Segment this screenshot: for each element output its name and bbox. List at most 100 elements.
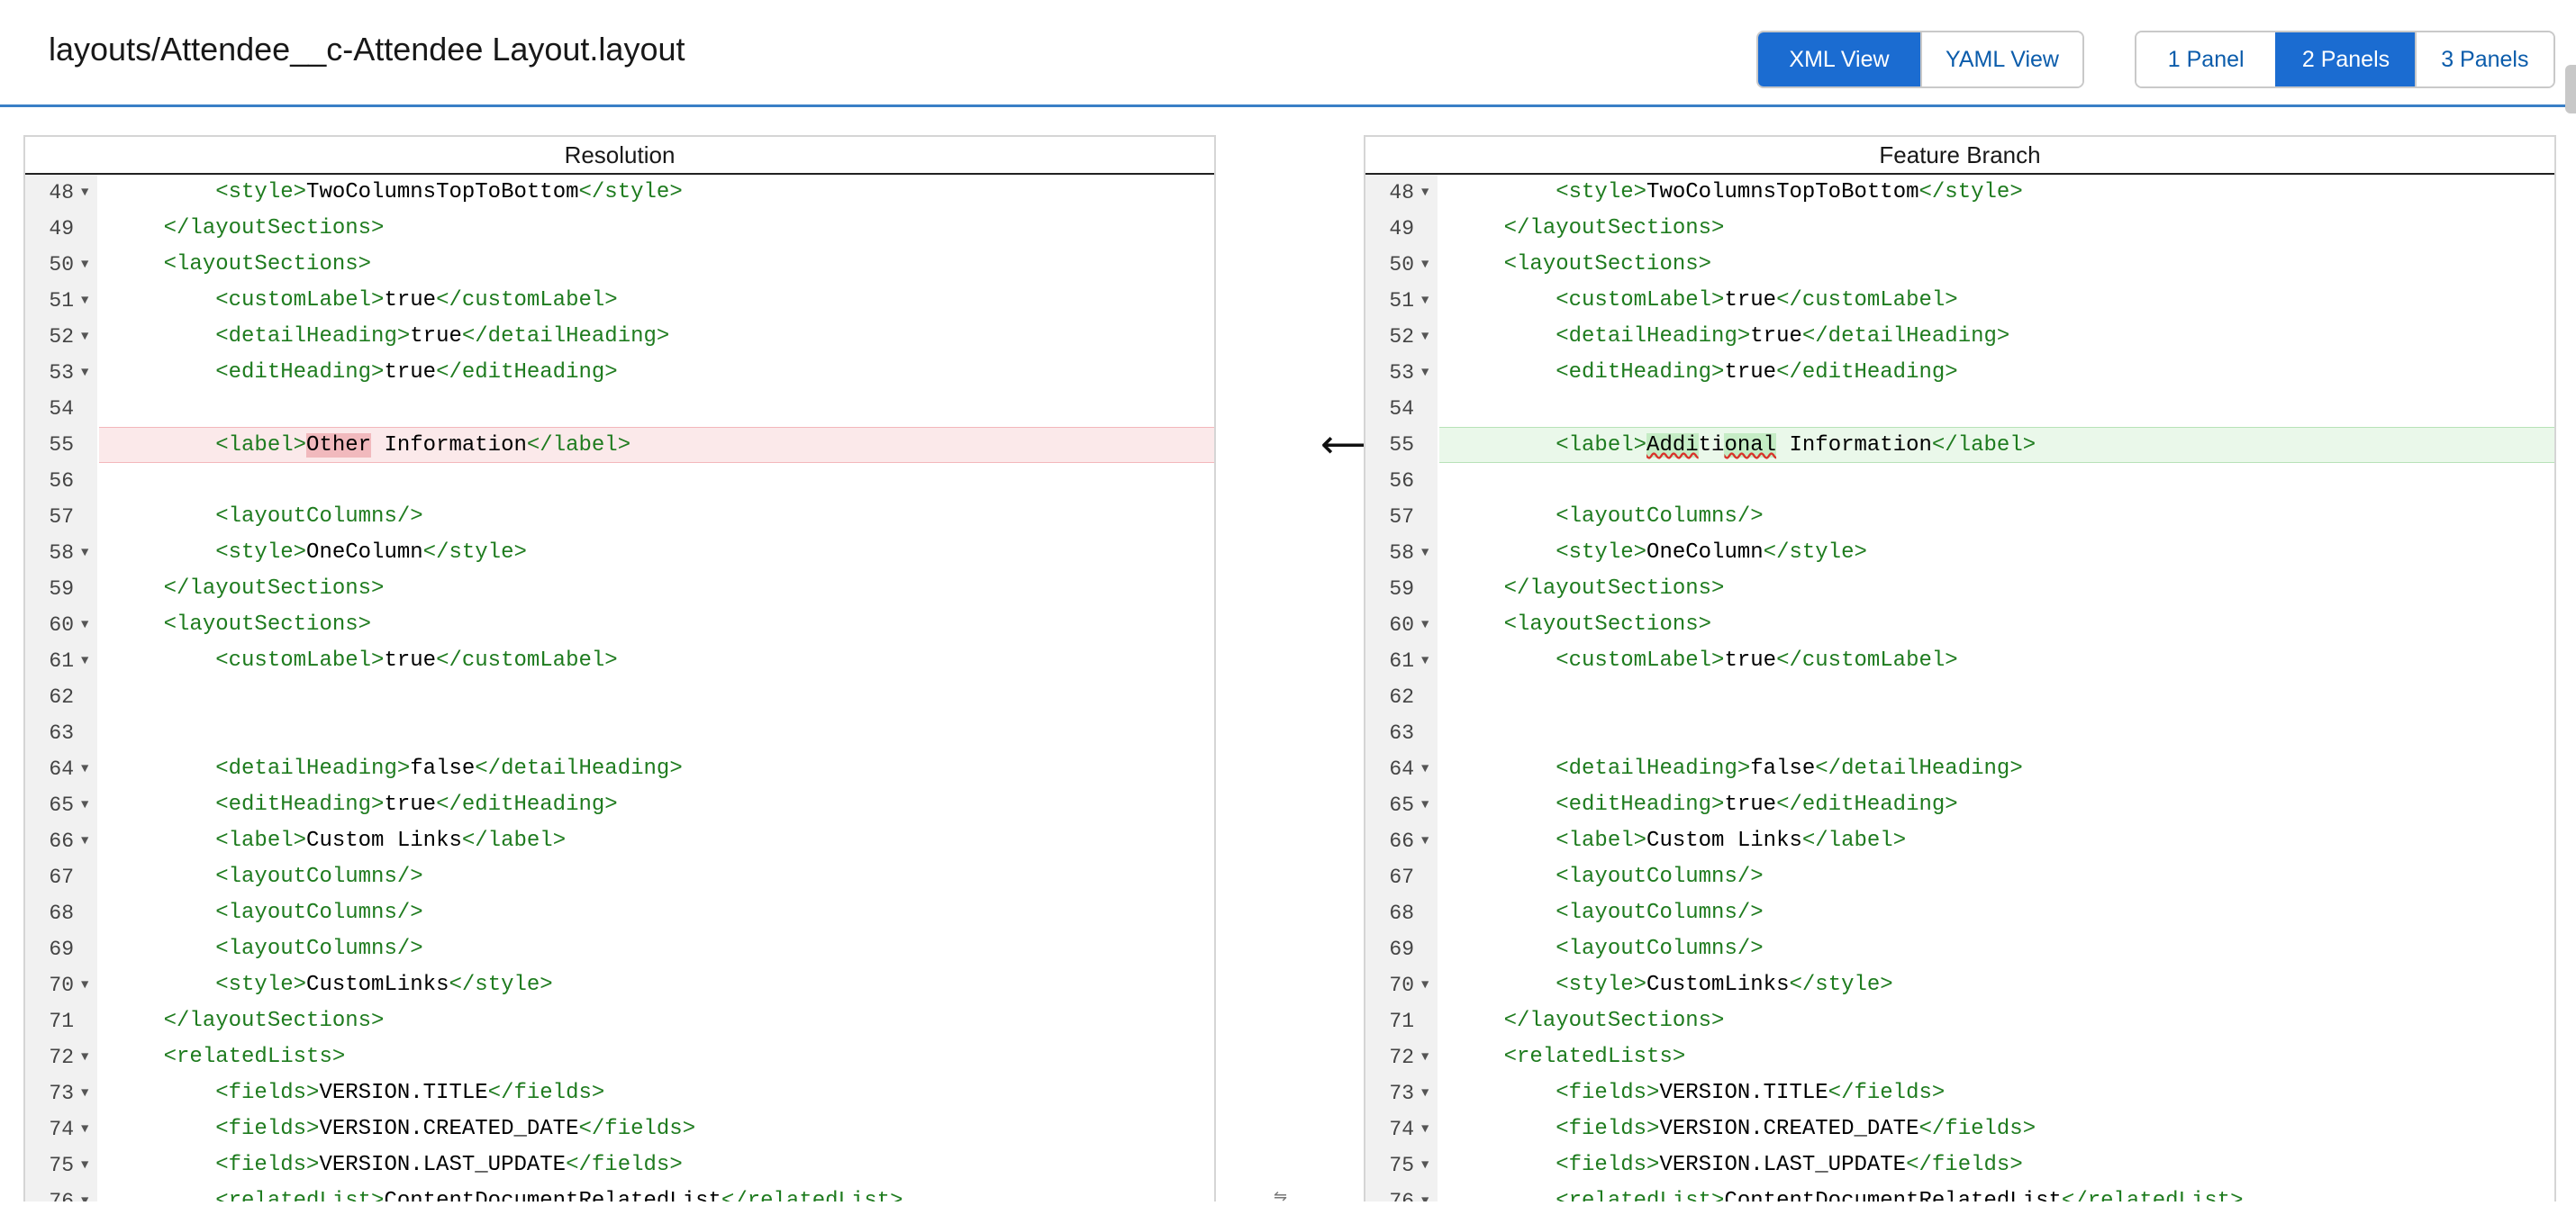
code-line: 63 — [25, 715, 1214, 751]
three-panels-button[interactable]: 3 Panels — [2414, 32, 2553, 86]
fold-toggle-icon[interactable]: ▼ — [81, 967, 88, 1003]
xml-tag: <style> — [215, 540, 307, 565]
code-line: 49 </layoutSections> — [1365, 211, 2554, 247]
xml-tag: </customLabel> — [1776, 648, 1958, 673]
code-line: 67 <layoutColumns/> — [25, 859, 1214, 895]
xml-tag: <detailHeading> — [1556, 757, 1751, 781]
xml-view-button[interactable]: XML View — [1758, 32, 1920, 86]
code-text: <detailHeading>false</detailHeading> — [99, 751, 1214, 787]
xml-value: Custom Links — [306, 829, 462, 853]
fold-toggle-icon[interactable]: ▼ — [81, 607, 88, 643]
fold-toggle-icon[interactable]: ▼ — [1421, 319, 1429, 355]
fold-toggle-icon[interactable]: ▼ — [81, 787, 88, 823]
code-line: 52 ▼ <detailHeading>true</detailHeading> — [1365, 319, 2554, 355]
code-line: 68 <layoutColumns/> — [25, 895, 1214, 931]
code-text: <layoutColumns/> — [99, 499, 1214, 535]
code-text: <fields>VERSION.TITLE</fields> — [1439, 1075, 2554, 1111]
line-number: 72 — [1389, 1046, 1414, 1069]
xml-value: TwoColumnsTopToBottom — [306, 180, 579, 204]
fold-toggle-icon[interactable]: ▼ — [1421, 1147, 1429, 1183]
code-text: <layoutColumns/> — [1439, 499, 2554, 535]
fold-toggle-icon[interactable]: ▼ — [1421, 355, 1429, 391]
fold-toggle-icon[interactable]: ▼ — [81, 1039, 88, 1075]
xml-tag: <relatedLists> — [163, 1045, 346, 1069]
fold-toggle-icon[interactable]: ▼ — [1421, 967, 1429, 1003]
xml-value: true — [1750, 324, 1802, 349]
code-line: 63 — [1365, 715, 2554, 751]
two-panels-button[interactable]: 2 Panels — [2275, 32, 2415, 86]
one-panel-button[interactable]: 1 Panel — [2136, 32, 2276, 86]
line-number: 59 — [1389, 577, 1414, 601]
feature-branch-code-view[interactable]: 48 ▼ <style>TwoColumnsTopToBottom</style>… — [1365, 175, 2554, 1201]
line-number: 65 — [49, 793, 74, 817]
xml-tag: </style> — [1918, 180, 2023, 204]
fold-toggle-icon[interactable]: ▼ — [81, 319, 88, 355]
line-number: 73 — [49, 1082, 74, 1105]
code-line: 62 — [1365, 679, 2554, 715]
line-number: 48 — [1389, 181, 1414, 204]
line-number: 74 — [1389, 1118, 1414, 1141]
xml-tag: <layoutSections> — [1503, 612, 1712, 637]
fold-toggle-icon[interactable]: ▼ — [1421, 643, 1429, 679]
line-number: 62 — [1389, 685, 1414, 709]
fold-toggle-icon[interactable]: ▼ — [1421, 247, 1429, 283]
xml-tag: <layoutColumns/> — [1556, 901, 1764, 925]
fold-toggle-icon[interactable]: ▼ — [81, 175, 88, 211]
xml-tag: <layoutColumns/> — [215, 901, 423, 925]
resolution-code-view[interactable]: 48 ▼ <style>TwoColumnsTopToBottom</style>… — [25, 175, 1214, 1201]
fold-toggle-icon[interactable]: ▼ — [1421, 1111, 1429, 1147]
xml-tag: </layoutSections> — [163, 1009, 385, 1033]
fold-toggle-icon[interactable]: ▼ — [81, 751, 88, 787]
fold-toggle-icon[interactable]: ▼ — [1421, 751, 1429, 787]
fold-toggle-icon[interactable]: ▼ — [1421, 1183, 1429, 1201]
line-number: 70 — [1389, 974, 1414, 997]
code-line: 48 ▼ <style>TwoColumnsTopToBottom</style> — [1365, 175, 2554, 211]
fold-toggle-icon[interactable]: ▼ — [81, 535, 88, 571]
xml-tag: <editHeading> — [1556, 793, 1725, 817]
code-text: <customLabel>true</customLabel> — [1439, 643, 2554, 679]
fold-toggle-icon[interactable]: ▼ — [81, 823, 88, 859]
fold-toggle-icon[interactable]: ▼ — [81, 1147, 88, 1183]
code-line: 59 </layoutSections> — [1365, 571, 2554, 607]
fold-toggle-icon[interactable]: ▼ — [81, 1111, 88, 1147]
page-scrollbar-thumb[interactable] — [2565, 65, 2576, 113]
fold-toggle-icon[interactable]: ▼ — [1421, 1075, 1429, 1111]
code-line: 75 ▼ <fields>VERSION.LAST_UPDATE</fields> — [1365, 1147, 2554, 1183]
yaml-view-button[interactable]: YAML View — [1920, 32, 2082, 86]
code-text: <editHeading>true</editHeading> — [1439, 355, 2554, 391]
fold-toggle-icon[interactable]: ▼ — [81, 1183, 88, 1201]
line-number: 53 — [1389, 361, 1414, 385]
feature-branch-pane-title: Feature Branch — [1365, 137, 2554, 175]
fold-toggle-icon[interactable]: ▼ — [1421, 607, 1429, 643]
fold-toggle-icon[interactable]: ▼ — [81, 283, 88, 319]
fold-toggle-icon[interactable]: ▼ — [1421, 535, 1429, 571]
fold-toggle-icon[interactable]: ▼ — [1421, 787, 1429, 823]
fold-toggle-icon[interactable]: ▼ — [81, 355, 88, 391]
xml-tag: <relatedList> — [1556, 1189, 1725, 1201]
fold-toggle-icon[interactable]: ▼ — [1421, 823, 1429, 859]
line-number: 53 — [49, 361, 74, 385]
code-line: 68 <layoutColumns/> — [1365, 895, 2554, 931]
code-line: 72 ▼ <relatedLists> — [1365, 1039, 2554, 1075]
fold-toggle-icon[interactable]: ▼ — [1421, 175, 1429, 211]
fold-toggle-icon[interactable]: ▼ — [1421, 283, 1429, 319]
fold-toggle-icon[interactable]: ▼ — [81, 1075, 88, 1111]
code-line: 71 </layoutSections> — [1365, 1003, 2554, 1039]
code-text: <editHeading>true</editHeading> — [1439, 787, 2554, 823]
fold-toggle-icon[interactable]: ▼ — [1421, 1039, 1429, 1075]
code-text: <fields>VERSION.CREATED_DATE</fields> — [99, 1111, 1214, 1147]
file-path-title: layouts/Attendee__c-Attendee Layout.layo… — [49, 31, 685, 68]
code-text: <style>CustomLinks</style> — [1439, 967, 2554, 1003]
xml-tag: <layoutColumns/> — [1556, 504, 1764, 529]
code-text: <label>Additional Information</label> — [1439, 427, 2554, 463]
xml-tag: </label> — [461, 829, 567, 853]
xml-value: VERSION.TITLE — [1659, 1081, 1828, 1105]
code-text: <label>Custom Links</label> — [99, 823, 1214, 859]
code-line: 54 — [1365, 391, 2554, 427]
xml-tag: </layoutSections> — [1503, 216, 1725, 240]
fold-toggle-icon[interactable]: ▼ — [81, 247, 88, 283]
fold-toggle-icon[interactable]: ▼ — [81, 643, 88, 679]
code-line: 61 ▼ <customLabel>true</customLabel> — [1365, 643, 2554, 679]
